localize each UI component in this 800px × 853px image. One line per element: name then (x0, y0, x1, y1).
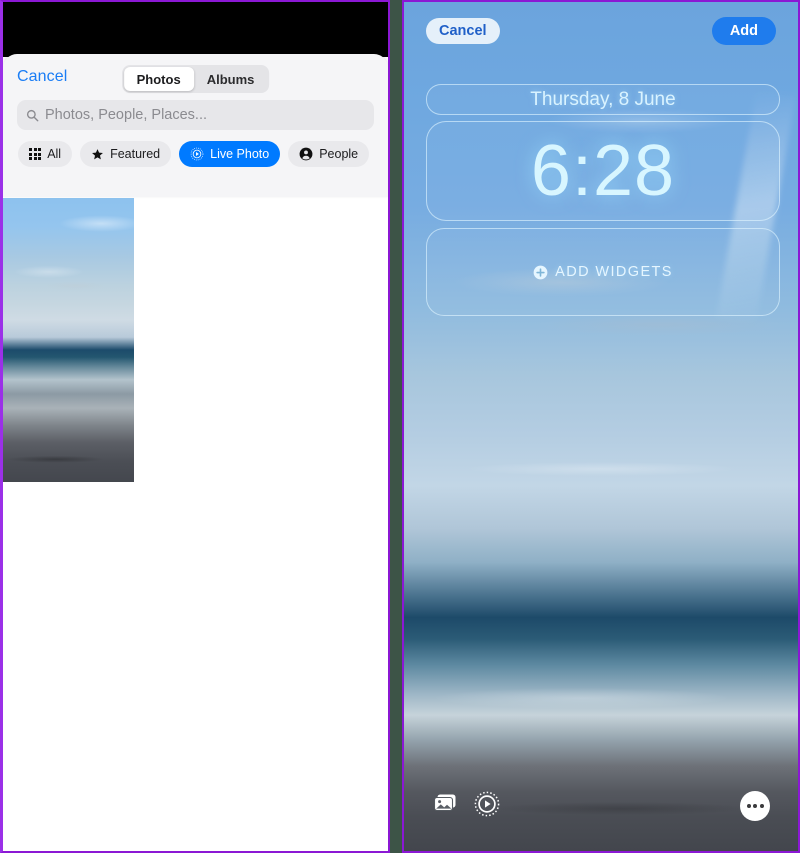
lock-screen-editor-header: Cancel Add (404, 14, 798, 48)
search-placeholder: Photos, People, Places... (45, 107, 208, 123)
sheet-topbar: Cancel Photos Albums (3, 54, 388, 100)
search-icon (26, 109, 39, 121)
add-widgets-row: ADD WIDGETS (533, 264, 673, 280)
live-photo-play-icon[interactable] (474, 791, 500, 822)
bottom-left-icons (432, 791, 500, 822)
person-icon (299, 147, 313, 161)
filter-chip-live-photo-label: Live Photo (210, 147, 270, 161)
photo-thumbnail[interactable] (3, 198, 134, 482)
filter-chips-row: All Featured Live Photo People (3, 130, 388, 167)
filter-chip-featured-label: Featured (110, 147, 161, 161)
search-row: Photos, People, Places... (3, 100, 388, 130)
tab-albums[interactable]: Albums (194, 67, 268, 91)
more-options-icon[interactable] (740, 791, 770, 821)
screenshot-stage: Cancel Photos Albums Photos, People, Pla… (0, 0, 800, 853)
photo-picker-sheet: Cancel Photos Albums Photos, People, Pla… (3, 54, 388, 197)
filter-chip-all-label: All (47, 147, 62, 161)
tab-photos[interactable]: Photos (123, 67, 194, 91)
left-phone-panel: Cancel Photos Albums Photos, People, Pla… (0, 0, 390, 853)
lock-date-text: Thursday, 8 June (530, 88, 676, 110)
filter-chip-featured[interactable]: Featured (80, 141, 172, 167)
lock-time-text: 6:28 (530, 131, 676, 211)
live-photo-icon (190, 147, 204, 161)
filter-chip-all[interactable]: All (18, 141, 73, 167)
sheet-cancel-button[interactable]: Cancel (17, 68, 67, 86)
status-area-black (3, 2, 388, 57)
add-button[interactable]: Add (711, 16, 776, 46)
add-widgets-label: ADD WIDGETS (555, 264, 673, 280)
star-icon (91, 148, 104, 161)
lock-screen-bottom-bar (404, 789, 798, 823)
cancel-button[interactable]: Cancel (426, 17, 500, 45)
lock-clock-widget[interactable]: 6:28 (426, 121, 780, 221)
search-field[interactable]: Photos, People, Places... (17, 100, 374, 130)
filter-chip-people[interactable]: People (288, 141, 370, 167)
filter-chip-people-label: People (319, 147, 359, 161)
plus-circle-icon (533, 265, 548, 279)
filter-chip-live-photo[interactable]: Live Photo (179, 141, 281, 167)
grid-icon (29, 147, 42, 161)
right-phone-panel: Cancel Add Thursday, 8 June 6:28 ADD WID… (402, 0, 800, 853)
photos-albums-segmented-control[interactable]: Photos Albums (121, 65, 270, 93)
add-widgets-area[interactable]: ADD WIDGETS (426, 228, 780, 316)
lock-date-widget[interactable]: Thursday, 8 June (426, 84, 780, 115)
photo-shuffle-icon[interactable] (432, 792, 460, 821)
